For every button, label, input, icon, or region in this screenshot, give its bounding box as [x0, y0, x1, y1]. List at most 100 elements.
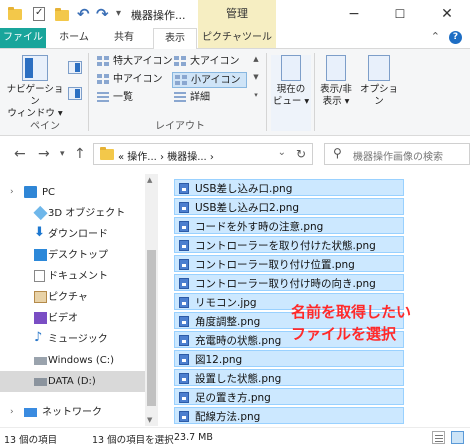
- layout-option-label: 詳細: [190, 92, 210, 103]
- image-file-icon: [179, 183, 189, 194]
- layout-extra-large-icons[interactable]: 特大アイコン: [95, 54, 173, 70]
- layout-scroll-down[interactable]: ▼: [251, 73, 261, 81]
- nav-item-label: ピクチャ: [48, 292, 88, 303]
- file-item[interactable]: コードを外す時の注意.png: [174, 217, 404, 234]
- nav-item-downloads[interactable]: ⬇ ダウンロード: [0, 224, 150, 245]
- nav-item-label: ドキュメント: [48, 271, 108, 282]
- music-icon: ♪: [34, 330, 43, 345]
- layout-list[interactable]: 一覧: [95, 90, 170, 106]
- image-file-icon: [179, 373, 189, 384]
- undo-icon[interactable]: ↶: [77, 6, 90, 22]
- nav-item-pictures[interactable]: ピクチャ: [0, 287, 150, 308]
- tab-view[interactable]: 表示: [153, 28, 197, 49]
- options-button[interactable]: オプション: [356, 55, 402, 108]
- layout-details[interactable]: 詳細: [172, 90, 247, 106]
- file-item[interactable]: コントローラー取り付け時の向き.png: [174, 274, 404, 291]
- navigation-pane-button[interactable]: ナビゲーション ウィンドウ ▾: [4, 55, 66, 120]
- nav-item-label: DATA (D:): [48, 376, 96, 387]
- manage-context-tab[interactable]: 管理: [198, 0, 276, 28]
- nav-item-videos[interactable]: ビデオ: [0, 308, 150, 329]
- forward-button[interactable]: →: [38, 146, 50, 162]
- layout-medium-icons[interactable]: 中アイコン: [95, 72, 170, 88]
- file-item[interactable]: 図12.png: [174, 350, 404, 367]
- file-item[interactable]: 設置した状態.png: [174, 369, 404, 386]
- details-pane-icon[interactable]: [68, 87, 82, 100]
- minimize-button[interactable]: −: [331, 0, 377, 28]
- navigation-pane-icon: [22, 55, 48, 81]
- documents-icon: [34, 270, 45, 282]
- layout-option-label: 大アイコン: [190, 56, 240, 67]
- file-name: 図12.png: [195, 354, 243, 366]
- drive-icon: [34, 378, 47, 386]
- network-icon: [24, 408, 37, 417]
- search-input[interactable]: ⚲ 機器操作画像の検索: [324, 143, 470, 165]
- scroll-down-arrow[interactable]: ▼: [147, 416, 152, 424]
- small-icons-icon: [175, 75, 187, 86]
- image-file-icon: [179, 335, 189, 346]
- details-view-icon[interactable]: [432, 431, 445, 444]
- current-view-button[interactable]: 現在の ビュー ▾: [271, 55, 311, 131]
- scrollbar-thumb[interactable]: [147, 250, 156, 406]
- quick-access-dropdown-icon[interactable]: ▾: [116, 8, 121, 24]
- up-button[interactable]: ↑: [74, 146, 86, 162]
- address-row: ← → ▾ ↑ « 操作... › 機器操... › ⌄ ↻ ⚲ 機器操作画像の…: [0, 137, 470, 173]
- 3d-objects-icon: [33, 205, 48, 221]
- navigation-scrollbar[interactable]: ▲ ▼: [145, 174, 158, 426]
- file-item[interactable]: コントローラーを取り付けた状態.png: [174, 236, 404, 253]
- nav-item-label: ネットワーク: [42, 407, 102, 418]
- tab-file[interactable]: ファイル: [0, 28, 46, 48]
- ribbon-separator: [314, 53, 315, 131]
- file-name: 設置した状態.png: [195, 373, 282, 385]
- nav-item-desktop[interactable]: デスクトップ: [0, 245, 150, 266]
- tab-picture-tools[interactable]: ピクチャツール: [198, 28, 276, 48]
- nav-item-pc[interactable]: › PC: [0, 182, 150, 203]
- file-item[interactable]: 足の置き方.png: [174, 388, 404, 405]
- file-name: 充電時の状態.png: [195, 335, 282, 347]
- drive-icon: [34, 357, 47, 365]
- file-name: コントローラー取り付け位置.png: [195, 259, 355, 271]
- scroll-up-arrow[interactable]: ▲: [147, 176, 152, 184]
- nav-item-3d-objects[interactable]: 3D オブジェクト: [0, 203, 150, 224]
- layout-large-icons[interactable]: 大アイコン: [172, 54, 247, 70]
- extra-large-icons-icon: [97, 56, 109, 67]
- nav-item-documents[interactable]: ドキュメント: [0, 266, 150, 287]
- properties-icon[interactable]: [33, 7, 45, 21]
- search-placeholder: 機器操作画像の検索: [353, 152, 443, 163]
- layout-expand[interactable]: ▾: [251, 91, 261, 99]
- address-dropdown-icon[interactable]: ⌄: [278, 147, 286, 158]
- recent-locations-button[interactable]: ▾: [60, 149, 65, 159]
- collapse-ribbon-icon[interactable]: ⌃: [431, 30, 440, 43]
- nav-item-network[interactable]: › ネットワーク: [0, 402, 150, 423]
- breadcrumb[interactable]: « 操作... › 機器操... ›: [118, 148, 214, 163]
- redo-icon[interactable]: ↷: [96, 6, 109, 22]
- current-view-label-1: 現在の: [276, 84, 306, 95]
- layout-small-icons[interactable]: 小アイコン: [172, 72, 247, 88]
- file-item[interactable]: USB差し込み口2.png: [174, 198, 404, 215]
- nav-item-label: ビデオ: [48, 313, 78, 324]
- nav-item-music[interactable]: ♪ ミュージック: [0, 329, 150, 350]
- ribbon-separator: [266, 53, 267, 131]
- preview-pane-icon[interactable]: [68, 61, 82, 74]
- tab-share[interactable]: 共有: [102, 28, 146, 48]
- file-item[interactable]: 配線方法.png: [174, 407, 404, 424]
- layout-scroll-up[interactable]: ▲: [251, 55, 261, 63]
- large-icons-view-icon[interactable]: [451, 431, 464, 444]
- folder-icon: [8, 7, 22, 20]
- close-button[interactable]: ✕: [424, 0, 470, 28]
- layout-option-label: 小アイコン: [191, 75, 241, 86]
- file-item[interactable]: USB差し込み口.png: [174, 179, 404, 196]
- help-icon[interactable]: ?: [449, 31, 462, 44]
- maximize-button[interactable]: ☐: [377, 0, 423, 28]
- new-folder-icon[interactable]: [55, 8, 69, 21]
- refresh-icon[interactable]: ↻: [296, 147, 306, 161]
- nav-item-data-d[interactable]: DATA (D:): [0, 371, 150, 392]
- show-hide-button[interactable]: 表示/非 表示 ▾: [316, 55, 356, 108]
- file-item[interactable]: コントローラー取り付け位置.png: [174, 255, 404, 272]
- image-file-icon: [179, 354, 189, 365]
- back-button[interactable]: ←: [14, 146, 26, 162]
- tab-home[interactable]: ホーム: [52, 28, 96, 48]
- current-view-icon: [281, 55, 301, 81]
- nav-item-windows-c[interactable]: Windows (C:): [0, 350, 150, 371]
- navigation-pane-label-1: ナビゲーション: [6, 84, 64, 107]
- address-bar[interactable]: « 操作... › 機器操... › ⌄ ↻: [93, 143, 313, 165]
